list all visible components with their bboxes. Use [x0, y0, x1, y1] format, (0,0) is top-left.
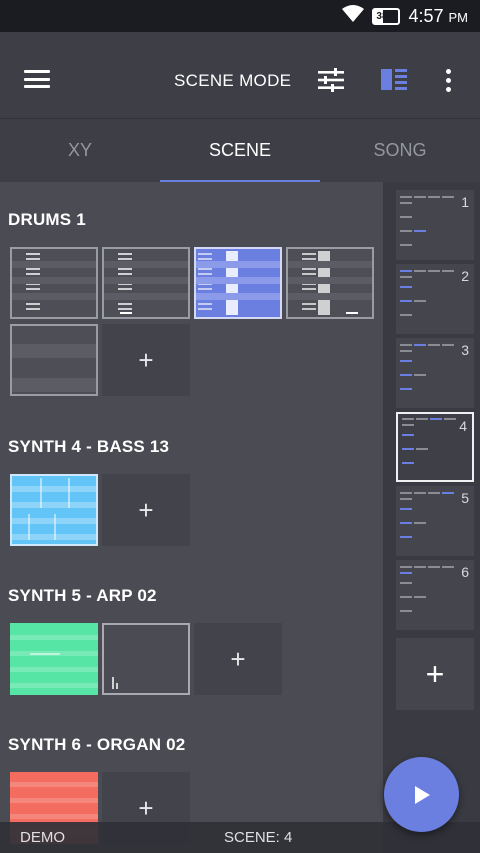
play-icon: [414, 785, 430, 804]
scene-item-6[interactable]: 6: [396, 560, 474, 630]
status-bar: 38% 4:57 PM: [0, 0, 480, 32]
scene-number: 3: [461, 342, 469, 358]
app-bar: SCENE MODE: [0, 32, 480, 118]
scene-number: 6: [461, 564, 469, 580]
scene-list: 1 2 3 4 5 6 +: [383, 182, 480, 853]
tab-xy[interactable]: XY: [0, 119, 160, 183]
track-title-synth-5: SYNTH 5 - ARP 02: [8, 586, 157, 605]
add-clip-button[interactable]: +: [102, 324, 190, 396]
current-scene-label: SCENE: 4: [224, 829, 293, 846]
clip-pattern[interactable]: [286, 247, 374, 319]
project-name: DEMO: [20, 829, 65, 846]
menu-icon[interactable]: [24, 70, 50, 88]
track-title-drums-1: DRUMS 1: [8, 210, 86, 229]
add-clip-button[interactable]: +: [194, 623, 282, 695]
track-title-synth-4: SYNTH 4 - BASS 13: [8, 437, 170, 456]
clip-pattern[interactable]: [10, 474, 98, 546]
layout-icon[interactable]: [381, 69, 407, 95]
clip-pattern[interactable]: [102, 623, 190, 695]
clip-pattern[interactable]: [102, 247, 190, 319]
page-title: SCENE MODE: [174, 71, 292, 90]
clock: 4:57 PM: [408, 6, 468, 27]
play-button[interactable]: [384, 757, 459, 832]
tab-scene[interactable]: SCENE: [160, 119, 320, 183]
wifi-icon: [342, 5, 365, 27]
add-scene-button[interactable]: +: [396, 638, 474, 710]
clip-pattern[interactable]: [10, 247, 98, 319]
clock-ampm: PM: [448, 9, 469, 25]
clip-grid: DRUMS 1 + SYNTH 4 - BASS 13 + SYNTH 5 - …: [0, 182, 383, 853]
scene-item-3[interactable]: 3: [396, 338, 474, 408]
scene-number: 5: [461, 490, 469, 506]
battery-icon: 38%: [372, 7, 401, 25]
tab-song[interactable]: SONG: [320, 119, 480, 183]
clip-pattern[interactable]: [10, 324, 98, 396]
scene-item-2[interactable]: 2: [396, 264, 474, 334]
add-clip-button[interactable]: +: [102, 474, 190, 546]
scene-number: 1: [461, 194, 469, 210]
more-vert-icon[interactable]: [446, 69, 452, 96]
tab-bar: XY SCENE SONG: [0, 118, 480, 183]
clock-time: 4:57: [408, 5, 444, 26]
track-title-synth-6: SYNTH 6 - ORGAN 02: [8, 735, 186, 754]
battery-level: 38%: [376, 10, 397, 22]
scene-number: 4: [459, 418, 467, 434]
scene-item-4[interactable]: 4: [396, 412, 474, 482]
scene-item-5[interactable]: 5: [396, 486, 474, 556]
scene-item-1[interactable]: 1: [396, 190, 474, 260]
clip-pattern-selected[interactable]: [194, 247, 282, 319]
mixer-sliders-icon[interactable]: [318, 68, 344, 97]
clip-pattern[interactable]: [10, 623, 98, 695]
scene-number: 2: [461, 268, 469, 284]
